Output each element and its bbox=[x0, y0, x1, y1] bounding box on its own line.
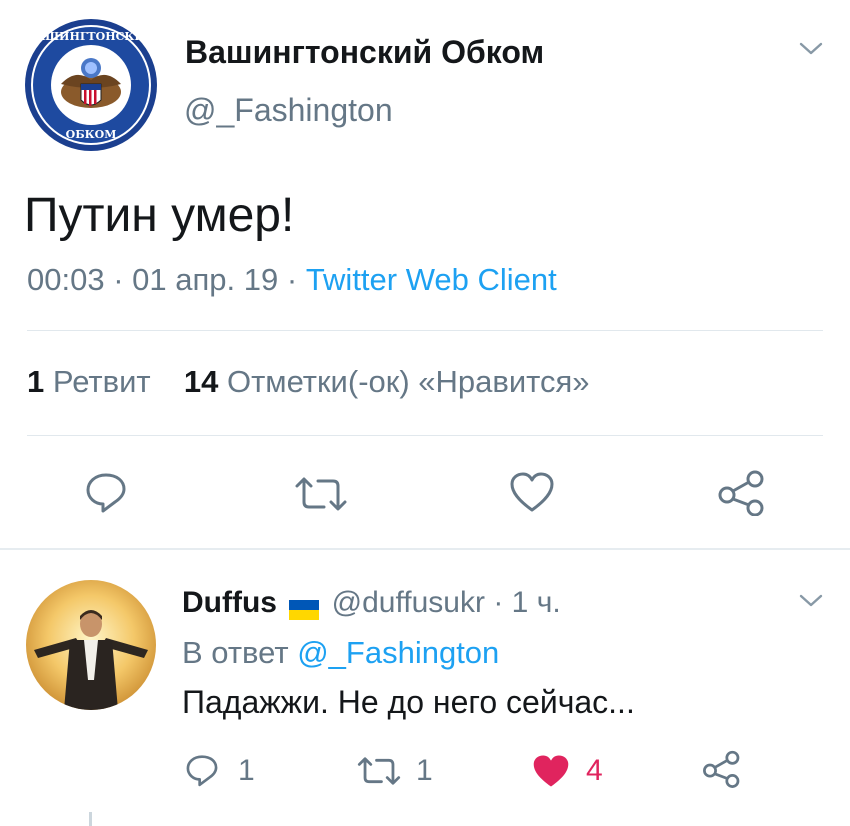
reply-menu-chevron-icon[interactable] bbox=[796, 590, 826, 612]
in-reply-to: В ответ @_Fashington bbox=[182, 635, 499, 671]
retweets-label[interactable]: Ретвит bbox=[53, 364, 151, 399]
tweet-date: 01 апр. 19 bbox=[132, 262, 279, 297]
reply-reply-icon[interactable] bbox=[184, 752, 220, 788]
share-icon[interactable] bbox=[717, 470, 767, 516]
tweet-text: Путин умер! bbox=[24, 189, 295, 242]
divider bbox=[27, 330, 823, 331]
retweet-icon[interactable] bbox=[293, 474, 349, 514]
reply-icon[interactable] bbox=[83, 470, 129, 514]
retweets-count[interactable]: 1 bbox=[27, 364, 44, 399]
author-handle[interactable]: @_Fashington bbox=[184, 92, 393, 129]
reply-text: Падажжи. Не до него сейчас... bbox=[182, 684, 635, 720]
section-divider bbox=[0, 548, 850, 550]
tweet-meta: 00:03 · 01 апр. 19 · Twitter Web Client bbox=[27, 262, 557, 298]
tweet-client-link[interactable]: Twitter Web Client bbox=[306, 262, 557, 297]
tweet-stats: 1 Ретвит 14 Отметки(-ок) «Нравится» bbox=[27, 364, 590, 400]
svg-text:ВАШИНГТОНСКИЙ: ВАШИНГТОНСКИЙ bbox=[27, 28, 155, 43]
reply-retweets-count: 1 bbox=[416, 754, 433, 787]
reply-likes-count: 4 bbox=[586, 754, 603, 787]
reply-replies-count: 1 bbox=[238, 754, 255, 787]
reply-author-name[interactable]: Duffus bbox=[182, 586, 277, 619]
like-icon[interactable] bbox=[508, 470, 556, 514]
likes-label[interactable]: Отметки(-ок) «Нравится» bbox=[227, 364, 590, 399]
reply-share-icon[interactable] bbox=[702, 750, 742, 788]
in-reply-handle-link[interactable]: @_Fashington bbox=[297, 635, 499, 670]
ukraine-flag-icon bbox=[289, 594, 320, 621]
meta-separator: · bbox=[286, 262, 298, 297]
reply-author-avatar[interactable] bbox=[26, 580, 156, 710]
divider bbox=[27, 435, 823, 436]
author-avatar[interactable]: ВАШИНГТОНСКИЙ ОБКОМ bbox=[24, 18, 158, 152]
reply-author-handle[interactable]: @duffusukr bbox=[332, 586, 485, 619]
author-name[interactable]: Вашингтонский Обком bbox=[185, 34, 544, 71]
thread-line bbox=[89, 812, 92, 826]
tweet-menu-chevron-icon[interactable] bbox=[796, 38, 826, 60]
tweet-time: 00:03 bbox=[27, 262, 105, 297]
person-avatar-icon bbox=[26, 580, 156, 710]
svg-text:ОБКОМ: ОБКОМ bbox=[66, 128, 117, 141]
seal-avatar-icon: ВАШИНГТОНСКИЙ ОБКОМ bbox=[25, 19, 157, 151]
in-reply-prefix: В ответ bbox=[182, 635, 289, 670]
meta-separator: · bbox=[113, 262, 124, 297]
reply-retweet-icon[interactable] bbox=[356, 754, 402, 788]
likes-count[interactable]: 14 bbox=[184, 364, 218, 399]
reply-header: Duffus @duffusukr · 1 ч. bbox=[182, 586, 561, 621]
reply-like-filled-icon[interactable] bbox=[530, 752, 572, 790]
meta-separator: · bbox=[493, 586, 504, 619]
reply-time[interactable]: 1 ч. bbox=[512, 586, 561, 619]
